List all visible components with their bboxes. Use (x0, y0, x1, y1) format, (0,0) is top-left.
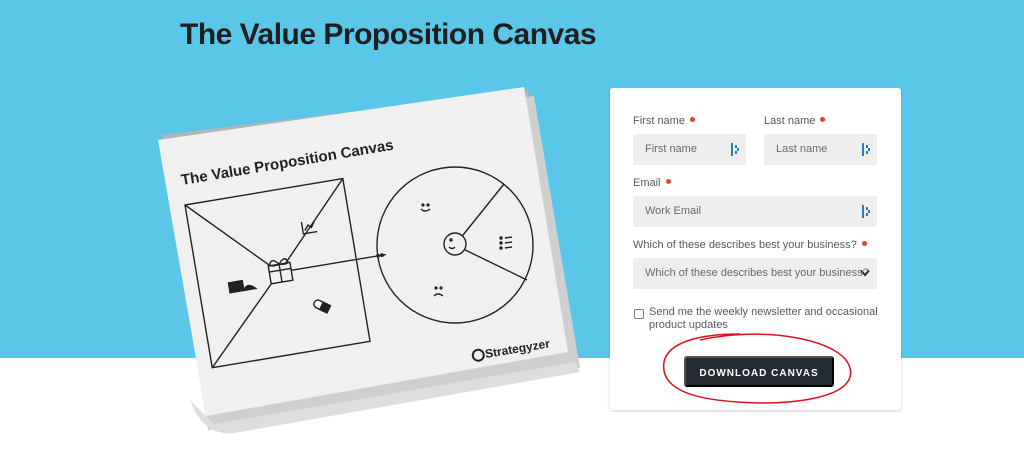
page-title: The Value Proposition Canvas (180, 18, 597, 51)
chevron-down-icon (860, 269, 870, 277)
first-name-input[interactable]: First name (633, 134, 746, 165)
business-select-value: Which of these describes best your busin… (645, 267, 869, 279)
required-indicator (689, 117, 695, 122)
last-name-input[interactable]: Last name (764, 134, 877, 165)
email-input[interactable]: Work Email (633, 196, 877, 227)
business-select[interactable]: Which of these describes best your busin… (633, 258, 877, 289)
email-placeholder: Work Email (645, 205, 702, 217)
autofill-key-icon[interactable] (862, 143, 870, 156)
download-canvas-button[interactable]: DOWNLOAD CANVAS (684, 356, 834, 387)
first-name-label: First name (633, 115, 695, 127)
first-name-placeholder: First name (645, 143, 697, 155)
autofill-key-icon[interactable] (862, 205, 870, 218)
newsletter-label[interactable]: Send me the weekly newsletter and occasi… (649, 306, 887, 332)
last-name-placeholder: Last name (776, 143, 828, 155)
email-label: Email (633, 177, 671, 189)
newsletter-checkbox[interactable] (634, 309, 644, 319)
required-indicator (820, 117, 826, 122)
last-name-label: Last name (764, 115, 826, 127)
autofill-key-icon[interactable] (731, 143, 739, 156)
required-indicator (861, 241, 867, 246)
download-form: First name First name Last name Last nam… (610, 88, 901, 410)
business-label: Which of these describes best your busin… (633, 239, 867, 251)
required-indicator (665, 179, 671, 184)
